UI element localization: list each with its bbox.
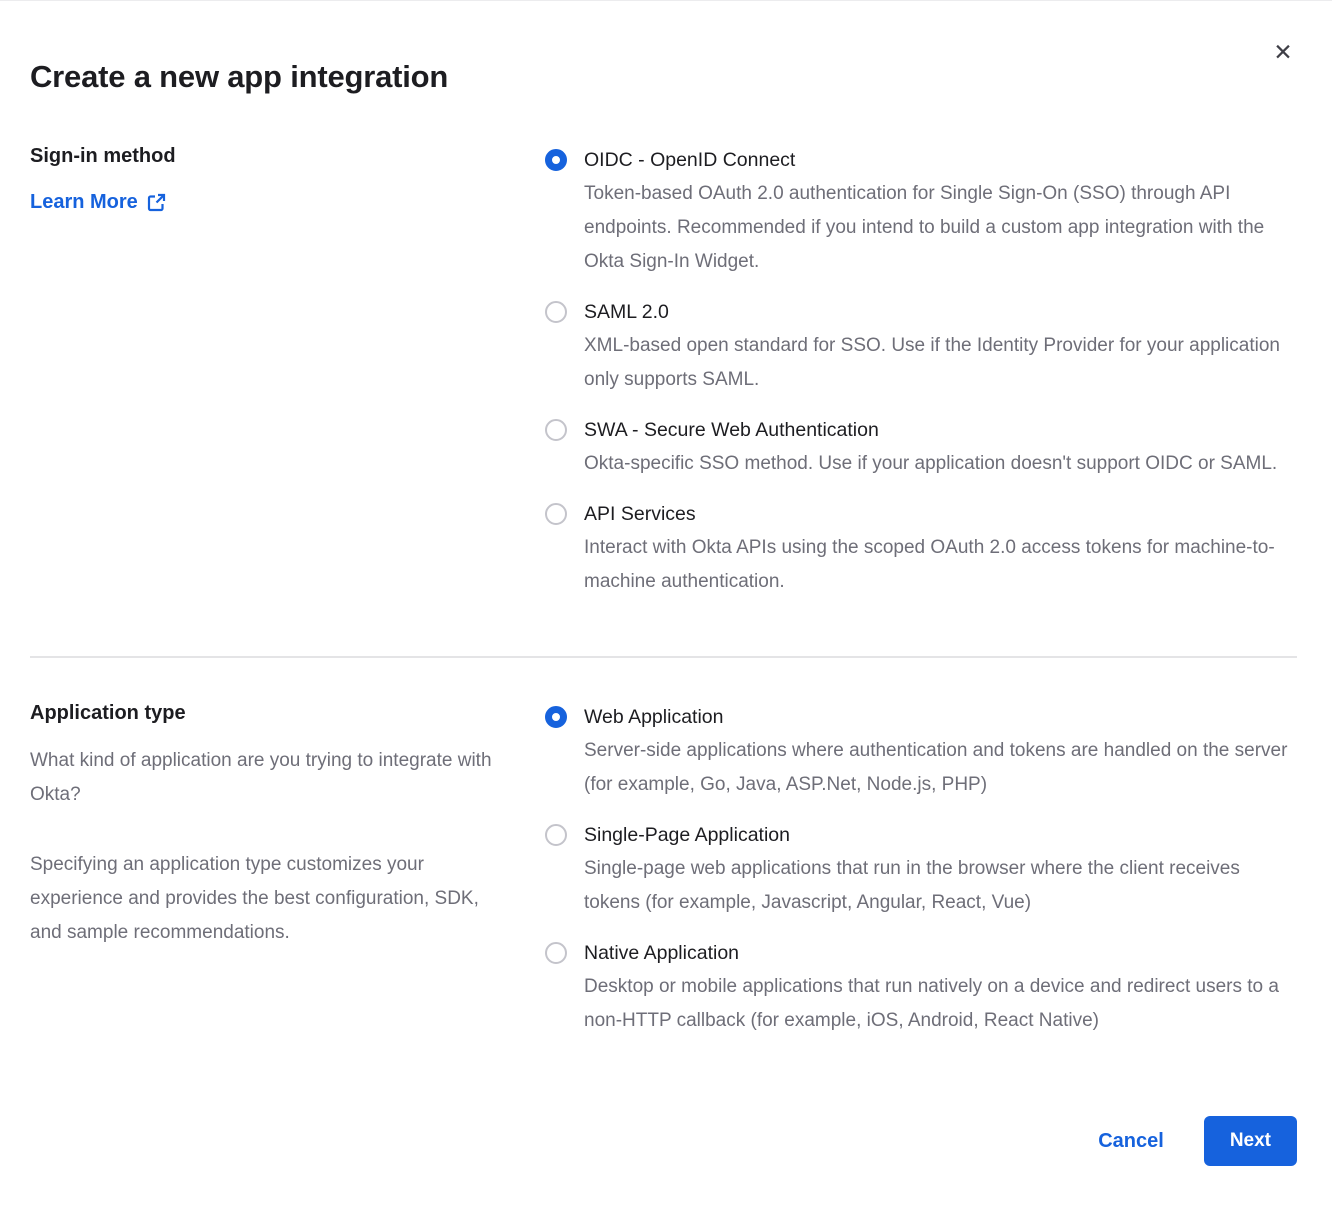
signin-method-options: OIDC - OpenID Connect Token-based OAuth … xyxy=(545,141,1297,599)
close-icon: ✕ xyxy=(1273,39,1292,65)
option-description: Okta-specific SSO method. Use if your ap… xyxy=(584,447,1277,481)
option-description: XML-based open standard for SSO. Use if … xyxy=(584,329,1289,397)
option-description: Token-based OAuth 2.0 authentication for… xyxy=(584,177,1289,279)
option-label: SAML 2.0 xyxy=(584,295,1289,329)
section-divider xyxy=(30,656,1297,658)
radio-unselected-icon[interactable] xyxy=(545,419,567,441)
application-type-section: Application type What kind of applicatio… xyxy=(30,698,1297,1038)
page-title: Create a new app integration xyxy=(30,59,1297,95)
modal-footer: Cancel Next xyxy=(1098,1116,1297,1166)
radio-unselected-icon[interactable] xyxy=(545,942,567,964)
radio-option-api-services[interactable]: API Services Interact with Okta APIs usi… xyxy=(545,497,1297,599)
radio-option-swa[interactable]: SWA - Secure Web Authentication Okta-spe… xyxy=(545,413,1297,481)
radio-option-single-page-application[interactable]: Single-Page Application Single-page web … xyxy=(545,818,1297,920)
option-label: Native Application xyxy=(584,936,1289,970)
option-label: Web Application xyxy=(584,700,1289,734)
radio-option-saml[interactable]: SAML 2.0 XML-based open standard for SSO… xyxy=(545,295,1297,397)
signin-method-section: Sign-in method Learn More OIDC - OpenID … xyxy=(30,141,1297,599)
signin-method-left-column: Sign-in method Learn More xyxy=(30,141,545,214)
create-app-integration-modal: ✕ Create a new app integration Sign-in m… xyxy=(0,0,1332,1210)
option-label: API Services xyxy=(584,497,1289,531)
radio-option-native-application[interactable]: Native Application Desktop or mobile app… xyxy=(545,936,1297,1038)
external-link-icon xyxy=(147,193,166,212)
application-type-description-2: Specifying an application type customize… xyxy=(30,848,497,950)
radio-option-web-application[interactable]: Web Application Server-side applications… xyxy=(545,700,1297,802)
learn-more-label: Learn More xyxy=(30,191,138,214)
learn-more-link[interactable]: Learn More xyxy=(30,191,166,214)
cancel-button[interactable]: Cancel xyxy=(1098,1130,1164,1153)
option-label: SWA - Secure Web Authentication xyxy=(584,413,1277,447)
application-type-label: Application type xyxy=(30,698,497,728)
next-button[interactable]: Next xyxy=(1204,1116,1297,1166)
radio-selected-icon[interactable] xyxy=(545,149,567,171)
application-type-options: Web Application Server-side applications… xyxy=(545,698,1297,1038)
radio-unselected-icon[interactable] xyxy=(545,503,567,525)
radio-selected-icon[interactable] xyxy=(545,706,567,728)
option-description: Interact with Okta APIs using the scoped… xyxy=(584,531,1289,599)
application-type-left-column: Application type What kind of applicatio… xyxy=(30,698,545,950)
close-button[interactable]: ✕ xyxy=(1266,35,1300,69)
option-label: Single-Page Application xyxy=(584,818,1289,852)
signin-method-label: Sign-in method xyxy=(30,141,497,171)
option-description: Server-side applications where authentic… xyxy=(584,734,1289,802)
application-type-description-1: What kind of application are you trying … xyxy=(30,744,497,812)
radio-unselected-icon[interactable] xyxy=(545,824,567,846)
option-description: Single-page web applications that run in… xyxy=(584,852,1289,920)
option-label: OIDC - OpenID Connect xyxy=(584,143,1289,177)
radio-option-oidc[interactable]: OIDC - OpenID Connect Token-based OAuth … xyxy=(545,143,1297,279)
radio-unselected-icon[interactable] xyxy=(545,301,567,323)
option-description: Desktop or mobile applications that run … xyxy=(584,970,1289,1038)
